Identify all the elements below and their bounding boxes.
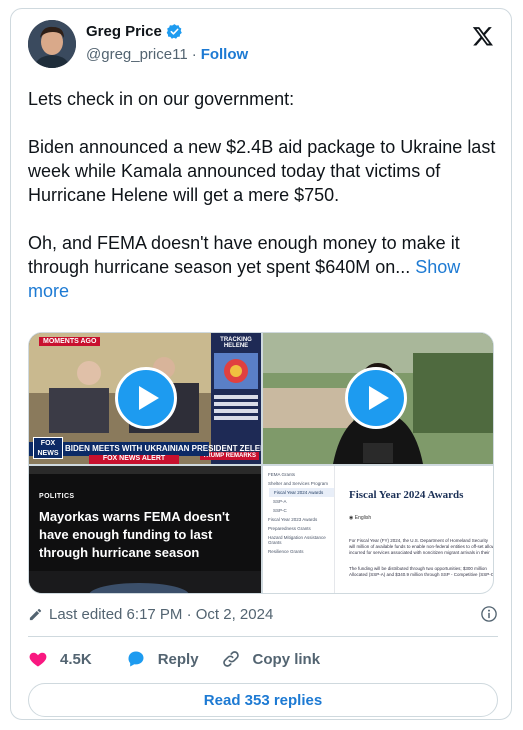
fema-language: ◉ English: [349, 515, 372, 521]
divider: [28, 636, 498, 637]
copy-link-label: Copy link: [252, 650, 321, 668]
tweet-text: Lets check in on our government: Biden a…: [28, 87, 498, 303]
heart-icon: [29, 652, 47, 667]
fema-sidebar-item: Preparedness Grants: [268, 526, 311, 531]
fema-sidebar: FEMA Grants Shelter and Services Program…: [263, 466, 335, 593]
fema-sidebar-item: SSP-C: [273, 508, 287, 513]
tweet-meta: Last edited 6:17 PM · Oct 2, 2024: [28, 605, 498, 623]
tweet-card: Greg Price @greg_price11 · Follow Lets c…: [10, 8, 512, 720]
reply-bubble-icon: [128, 651, 144, 667]
play-button-icon[interactable]: [115, 367, 177, 429]
video-thumbnail-press-statement[interactable]: [263, 333, 493, 464]
fema-sidebar-item: FEMA Grants: [268, 472, 296, 477]
fema-paragraph: For Fiscal Year (FY) 2024, the U.S. Depa…: [349, 538, 494, 555]
fema-language-label: English: [354, 515, 372, 521]
news-headline: Mayorkas warns FEMA doesn't have enough …: [39, 509, 230, 560]
avatar[interactable]: [28, 20, 76, 68]
moments-ago-tag: MOMENTS AGO: [39, 337, 101, 346]
image-fema-news[interactable]: POLITICS Mayorkas warns FEMA doesn't hav…: [29, 466, 261, 593]
last-edited-timestamp[interactable]: Last edited 6:17 PM · Oct 2, 2024: [49, 606, 273, 623]
read-replies-button[interactable]: Read 353 replies: [28, 683, 498, 717]
follow-button[interactable]: Follow: [201, 46, 249, 63]
fema-sidebar-item: Shelter and Services Program: [268, 481, 329, 486]
fema-sidebar-item: Fiscal Year 2023 Awards: [268, 517, 318, 522]
fema-sidebar-item: Resilience Grants: [268, 549, 304, 554]
copy-link-button[interactable]: Copy link: [221, 649, 321, 669]
separator-dot: ·: [191, 46, 197, 63]
link-icon: [222, 651, 239, 667]
x-logo-icon[interactable]: [472, 25, 494, 47]
like-count: 4.5K: [60, 650, 92, 668]
video-thumbnail-oval-office[interactable]: MOMENTS AGO TRACKING HELENE TRUMP REMARK…: [29, 333, 261, 464]
news-ticker: [29, 466, 261, 474]
reply-button[interactable]: Reply: [126, 649, 199, 669]
like-button[interactable]: 4.5K: [28, 649, 92, 669]
fema-paragraph: The funding will be distributed through …: [349, 566, 494, 577]
media-grid: MOMENTS AGO TRACKING HELENE TRUMP REMARK…: [28, 332, 494, 594]
fox-news-logo: FOX NEWS: [33, 437, 63, 459]
section-label: POLITICS: [39, 493, 75, 500]
info-icon[interactable]: [480, 605, 498, 623]
play-button-icon[interactable]: [345, 367, 407, 429]
tweet-body: Lets check in on our government: Biden a…: [28, 89, 496, 277]
author-handle[interactable]: @greg_price11: [86, 46, 188, 63]
news-alert-bar: FOX NEWS ALERT: [89, 455, 179, 464]
helene-label: TRACKING HELENE: [220, 337, 252, 349]
author-name[interactable]: Greg Price: [86, 23, 162, 40]
fema-page-title: Fiscal Year 2024 Awards: [349, 489, 464, 501]
fema-sidebar-item: Hazard Mitigation Assistance Grants: [268, 535, 326, 545]
author-name-row: Greg Price: [86, 23, 183, 40]
action-bar: 4.5K Reply Copy link: [28, 645, 320, 673]
fema-sidebar-item-selected: Fiscal Year 2024 Awards: [269, 488, 334, 497]
reply-label: Reply: [157, 650, 199, 668]
verified-badge-icon: [166, 24, 182, 39]
author-handle-row: @greg_price11 · Follow: [86, 46, 248, 63]
image-fema-website[interactable]: FEMA Grants Shelter and Services Program…: [263, 466, 494, 593]
pencil-icon: [29, 608, 42, 620]
fema-sidebar-item: SSP-A: [273, 499, 287, 504]
